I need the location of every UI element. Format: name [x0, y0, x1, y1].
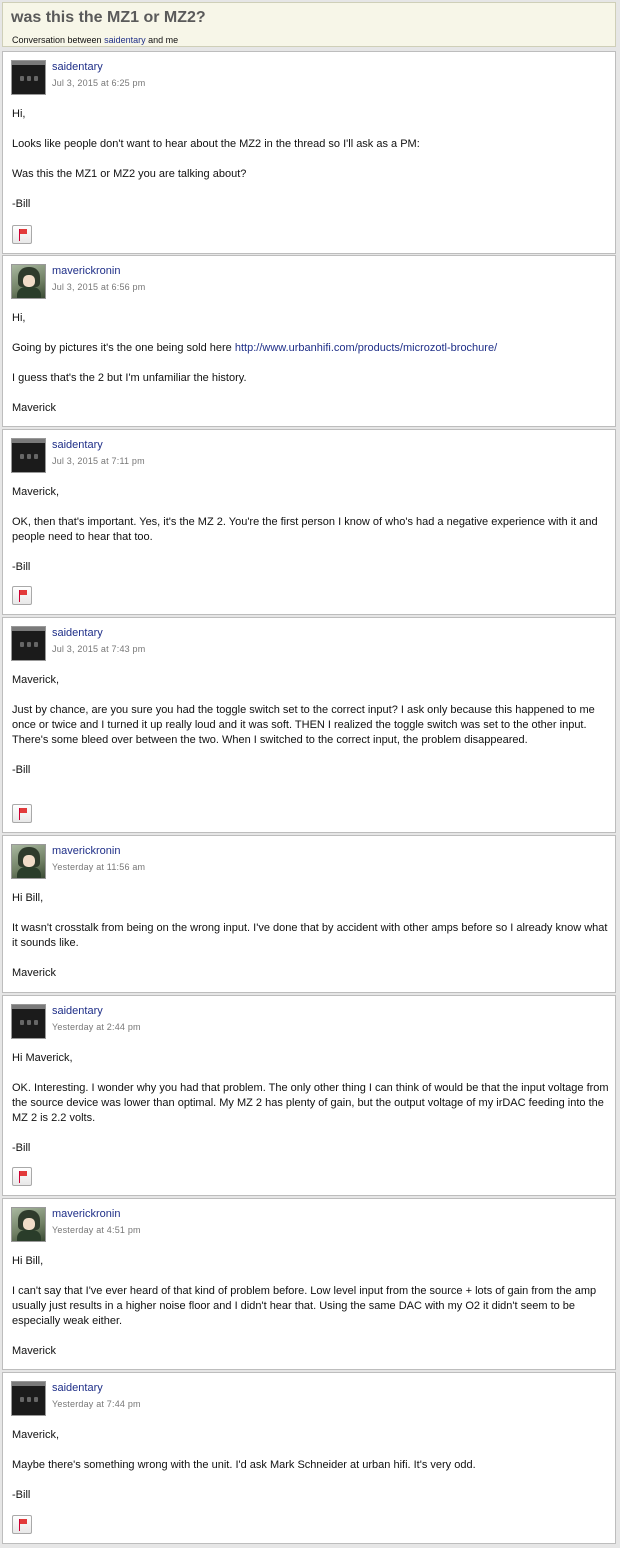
avatar[interactable] — [11, 1381, 46, 1416]
message-paragraph: Looks like people don't want to hear abo… — [12, 138, 420, 150]
message-paragraph: Maverick, — [12, 486, 60, 498]
message-paragraph: Was this the MZ1 or MZ2 you are talking … — [12, 168, 247, 180]
avatar[interactable] — [11, 626, 46, 661]
message-body: Hi Maverick, OK. Interesting. I wonder w… — [12, 1051, 609, 1171]
message-paragraph: Just by chance, are you sure you had the… — [12, 704, 595, 746]
conversation-title: was this the MZ1 or MZ2? — [11, 9, 206, 26]
report-flag-icon[interactable] — [12, 1167, 32, 1186]
message-author-link[interactable]: saidentary — [52, 439, 103, 451]
message-date: Yesterday at 2:44 pm — [52, 1022, 141, 1032]
message-body: Hi Bill, I can't say that I've ever hear… — [12, 1254, 609, 1374]
message-author-link[interactable]: saidentary — [52, 1005, 103, 1017]
message-paragraph: -Bill — [12, 1142, 31, 1154]
message: saidentary Jul 3, 2015 at 7:11 pm Maveri… — [2, 429, 616, 615]
message-author-link[interactable]: maverickronin — [52, 1208, 120, 1220]
message-body: Maverick, Maybe there's something wrong … — [12, 1428, 609, 1518]
message-paragraph: -Bill — [12, 198, 31, 210]
message-author-link[interactable]: maverickronin — [52, 265, 120, 277]
conversation-header: was this the MZ1 or MZ2? Conversation be… — [2, 2, 616, 47]
conversation-page: was this the MZ1 or MZ2? Conversation be… — [0, 0, 620, 1548]
avatar[interactable] — [11, 1004, 46, 1039]
message-date: Yesterday at 11:56 am — [52, 862, 146, 872]
participant-link[interactable]: saidentary — [104, 35, 146, 45]
message-body: Maverick, Just by chance, are you sure y… — [12, 673, 609, 793]
message-paragraph: Maverick — [12, 1345, 57, 1357]
message-body: Hi Bill, It wasn't crosstalk from being … — [12, 891, 609, 996]
conversation-participants: Conversation between saidentary and me — [12, 35, 178, 45]
participants-suffix: and me — [148, 35, 179, 45]
message-date: Jul 3, 2015 at 7:11 pm — [52, 456, 145, 466]
message: saidentary Yesterday at 2:44 pm Hi Maver… — [2, 995, 616, 1196]
message-author-link[interactable]: saidentary — [52, 61, 103, 73]
message-author-link[interactable]: saidentary — [52, 1382, 103, 1394]
message-date: Jul 3, 2015 at 6:25 pm — [52, 78, 146, 88]
message-paragraph: Hi, — [12, 312, 26, 324]
avatar[interactable] — [11, 844, 46, 879]
message-date: Yesterday at 4:51 pm — [52, 1225, 141, 1235]
message-paragraph: It wasn't crosstalk from being on the wr… — [12, 922, 608, 949]
message-paragraph: Maverick, — [12, 674, 60, 686]
message: saidentary Yesterday at 7:44 pm Maverick… — [2, 1372, 616, 1544]
message-paragraph: Maverick — [12, 402, 57, 414]
participants-prefix: Conversation between — [12, 35, 102, 45]
message-body: Maverick, OK, then that's important. Yes… — [12, 485, 609, 590]
message: saidentary Jul 3, 2015 at 6:25 pm Hi, Lo… — [2, 51, 616, 254]
avatar[interactable] — [11, 1207, 46, 1242]
avatar[interactable] — [11, 438, 46, 473]
report-flag-icon[interactable] — [12, 1515, 32, 1534]
message-paragraph: I guess that's the 2 but I'm unfamiliar … — [12, 372, 247, 384]
product-link[interactable]: http://www.urbanhifi.com/products/microz… — [235, 342, 497, 354]
message: maverickronin Yesterday at 4:51 pm Hi Bi… — [2, 1198, 616, 1370]
message-author-link[interactable]: maverickronin — [52, 845, 120, 857]
message-paragraph: -Bill — [12, 764, 31, 776]
message-paragraph: Maverick — [12, 967, 57, 979]
message-paragraph: Hi Bill, — [12, 1255, 44, 1267]
message: maverickronin Jul 3, 2015 at 6:56 pm Hi,… — [2, 255, 616, 427]
message-paragraph: Maverick, — [12, 1429, 60, 1441]
message-paragraph-with-link: Going by pictures it's the one being sol… — [12, 341, 609, 356]
avatar[interactable] — [11, 60, 46, 95]
message-paragraph: Hi, — [12, 108, 26, 120]
report-flag-icon[interactable] — [12, 586, 32, 605]
message-paragraph: OK, then that's important. Yes, it's the… — [12, 516, 598, 543]
message: maverickronin Yesterday at 11:56 am Hi B… — [2, 835, 616, 993]
report-flag-icon[interactable] — [12, 804, 32, 823]
message-author-link[interactable]: saidentary — [52, 627, 103, 639]
message-paragraph: -Bill — [12, 561, 31, 573]
report-flag-icon[interactable] — [12, 225, 32, 244]
message-date: Jul 3, 2015 at 6:56 pm — [52, 282, 146, 292]
message-paragraph: I can't say that I've ever heard of that… — [12, 1285, 597, 1327]
message: saidentary Jul 3, 2015 at 7:43 pm Maveri… — [2, 617, 616, 833]
message-paragraph: -Bill — [12, 1489, 31, 1501]
message-body: Hi, Looks like people don't want to hear… — [12, 107, 609, 227]
message-date: Jul 3, 2015 at 7:43 pm — [52, 644, 146, 654]
message-paragraph: Maybe there's something wrong with the u… — [12, 1459, 476, 1471]
message-paragraph: Hi Bill, — [12, 892, 44, 904]
avatar[interactable] — [11, 264, 46, 299]
message-paragraph: Hi Maverick, — [12, 1052, 73, 1064]
message-date: Yesterday at 7:44 pm — [52, 1399, 141, 1409]
message-body: Hi, Going by pictures it's the one being… — [12, 311, 609, 431]
link-lead-text: Going by pictures it's the one being sol… — [12, 342, 232, 354]
message-paragraph: OK. Interesting. I wonder why you had th… — [12, 1082, 609, 1124]
